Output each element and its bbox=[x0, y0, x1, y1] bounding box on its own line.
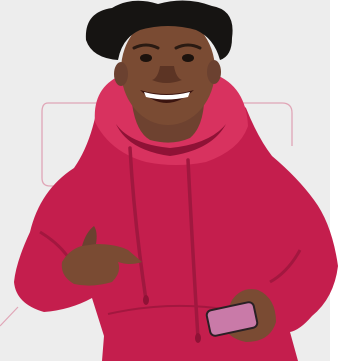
right-ear bbox=[207, 60, 221, 84]
left-ear bbox=[114, 62, 128, 86]
right-drawstring-tip bbox=[195, 333, 201, 343]
photo-scene bbox=[0, 0, 340, 361]
right-eye bbox=[182, 54, 194, 62]
left-eye bbox=[140, 54, 152, 62]
left-drawstring-tip bbox=[143, 295, 149, 305]
photo-illustration bbox=[0, 0, 340, 361]
right-page-edge bbox=[330, 0, 340, 361]
